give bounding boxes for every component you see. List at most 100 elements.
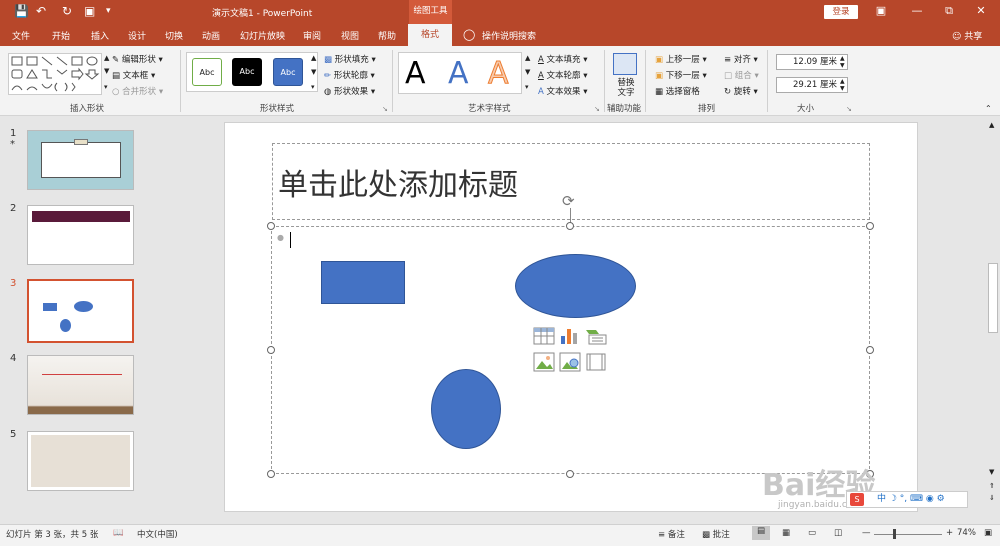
insert-table-icon[interactable]	[533, 327, 555, 345]
tab-animations[interactable]: 动画	[202, 29, 220, 42]
insert-smartart-icon[interactable]	[586, 330, 607, 345]
bring-forward-button[interactable]: ▣ 上移一层 ▾	[655, 53, 707, 65]
customize-qat-icon[interactable]: ▾	[106, 6, 111, 16]
language-indicator[interactable]: 中文(中国)	[137, 528, 178, 540]
tab-view[interactable]: 视图	[341, 29, 359, 42]
notes-button[interactable]: ≡ 备注	[658, 528, 685, 540]
slide-thumbnail-4[interactable]	[27, 355, 134, 415]
insert-picture-icon[interactable]	[533, 352, 555, 372]
share-button[interactable]: ☺ 共享	[952, 29, 982, 42]
wordart-dialog-launcher-icon[interactable]: ↘	[594, 105, 600, 113]
shapes-scroll-down-icon[interactable]: ▼	[104, 67, 109, 75]
vertical-scrollbar[interactable]: ▲ ▼ ⇑ ⇓	[986, 117, 1000, 524]
resize-handle[interactable]	[566, 222, 574, 230]
title-placeholder-text[interactable]: 单击此处添加标题	[278, 160, 518, 204]
text-fill-button[interactable]: A 文本填充 ▾	[538, 53, 588, 65]
tab-home[interactable]: 开始	[52, 29, 70, 42]
spell-check-icon[interactable]: 📖	[113, 528, 124, 538]
slide-thumbnail-2[interactable]	[27, 205, 134, 265]
scroll-up-icon[interactable]: ▲	[989, 121, 994, 129]
wordart-style-blue[interactable]: A	[448, 56, 469, 91]
shape-style-black[interactable]: Abc	[232, 58, 262, 86]
edit-shape-button[interactable]: ✎ 编辑形状 ▾	[112, 53, 163, 65]
zoom-slider-thumb[interactable]	[893, 529, 896, 539]
tab-help[interactable]: 帮助	[378, 29, 396, 42]
scroll-down-icon[interactable]: ▼	[989, 468, 994, 476]
close-icon[interactable]: ✕	[966, 3, 996, 21]
comments-button[interactable]: ▩ 批注	[702, 528, 730, 540]
slideshow-view-icon[interactable]: ◫	[834, 528, 842, 538]
shape-fill-button[interactable]: ▩ 形状填充 ▾	[324, 53, 376, 65]
tab-slideshow[interactable]: 幻灯片放映	[240, 29, 285, 42]
align-button[interactable]: ≡ 对齐 ▾	[724, 53, 758, 65]
tab-transitions[interactable]: 切换	[165, 29, 183, 42]
height-spinner-icon[interactable]: ▲ ▼	[840, 55, 845, 69]
tab-insert[interactable]: 插入	[91, 29, 109, 42]
text-effects-button[interactable]: A 文本效果 ▾	[538, 85, 588, 97]
insert-video-icon[interactable]	[586, 353, 606, 371]
minimize-icon[interactable]: —	[902, 3, 932, 21]
insert-online-picture-icon[interactable]	[559, 352, 581, 372]
start-from-beginning-icon[interactable]: ▣	[84, 4, 95, 18]
shape-outline-button[interactable]: ✏ 形状轮廓 ▾	[324, 69, 375, 81]
shape-height-field[interactable]: 12.09 厘米	[776, 54, 848, 70]
resize-handle[interactable]	[866, 222, 874, 230]
alt-text-icon[interactable]	[613, 53, 637, 75]
next-slide-icon[interactable]: ⇓	[989, 494, 995, 502]
normal-view-icon[interactable]: ▤	[752, 526, 770, 540]
wordart-more-icon[interactable]: ▾	[525, 83, 529, 91]
rectangle-shape[interactable]	[321, 261, 405, 304]
shape-width-field[interactable]: 29.21 厘米	[776, 77, 848, 93]
zoom-out-icon[interactable]: —	[862, 528, 871, 538]
insert-chart-icon[interactable]	[561, 329, 577, 344]
rotate-handle-icon[interactable]: ⟳	[562, 192, 575, 210]
wordart-scroll-up-icon[interactable]: ▲	[525, 54, 530, 62]
size-dialog-launcher-icon[interactable]: ↘	[846, 105, 852, 113]
wordart-style-orange[interactable]: A	[488, 56, 510, 92]
tab-review[interactable]: 审阅	[303, 29, 321, 42]
shapes-more-icon[interactable]: ▾	[104, 83, 108, 91]
login-button[interactable]: 登录	[824, 5, 858, 19]
zoom-in-icon[interactable]: +	[946, 528, 953, 538]
ribbon-display-options-icon[interactable]: ▣	[866, 3, 896, 21]
resize-handle[interactable]	[566, 470, 574, 478]
text-outline-button[interactable]: A 文本轮廓 ▾	[538, 69, 588, 81]
ime-toolbar[interactable]: S 中 ☽ °, ⌨ ◉ ⚙	[846, 491, 968, 508]
reading-view-icon[interactable]: ▭	[808, 528, 816, 538]
zoom-level[interactable]: 74%	[957, 528, 976, 538]
slide-thumbnail-1[interactable]	[27, 130, 134, 190]
resize-handle[interactable]	[866, 346, 874, 354]
scrollbar-thumb[interactable]	[988, 263, 998, 333]
tell-me-search[interactable]: 操作说明搜索	[482, 29, 536, 42]
send-backward-button[interactable]: ▣ 下移一层 ▾	[655, 69, 707, 81]
shape-style-outline[interactable]: Abc	[192, 58, 222, 86]
tab-format[interactable]: 格式	[408, 24, 452, 46]
wordart-style-black[interactable]: A	[405, 56, 426, 91]
shape-styles-scroll-down-icon[interactable]: ▼	[311, 68, 316, 76]
shape-styles-scroll-up-icon[interactable]: ▲	[311, 54, 316, 62]
redo-icon[interactable]: ↻	[62, 4, 72, 18]
group-button[interactable]: □ 组合 ▾	[724, 69, 759, 81]
wordart-scroll-down-icon[interactable]: ▼	[525, 68, 530, 76]
text-box-button[interactable]: ▤ 文本框 ▾	[112, 69, 155, 81]
resize-handle[interactable]	[267, 470, 275, 478]
shape-styles-more-icon[interactable]: ▾	[311, 83, 315, 91]
shapes-gallery[interactable]	[8, 53, 102, 95]
shape-effects-button[interactable]: ◍ 形状效果 ▾	[324, 85, 375, 97]
slide-sorter-view-icon[interactable]: ▦	[782, 528, 790, 538]
tab-design[interactable]: 设计	[128, 29, 146, 42]
width-spinner-icon[interactable]: ▲ ▼	[840, 78, 845, 92]
shapes-scroll-up-icon[interactable]: ▲	[104, 54, 109, 62]
slide-thumbnail-3[interactable]	[27, 279, 134, 343]
previous-slide-icon[interactable]: ⇑	[989, 482, 995, 490]
tab-file[interactable]: 文件	[12, 29, 30, 42]
slide-thumbnail-5[interactable]	[27, 431, 134, 491]
zoom-slider-track[interactable]	[874, 534, 942, 535]
fit-to-window-icon[interactable]: ▣	[984, 528, 992, 538]
alt-text-label[interactable]: 替换文字	[614, 78, 638, 98]
undo-icon[interactable]: ↶	[36, 4, 46, 18]
ellipse-shape[interactable]	[515, 254, 636, 318]
selection-pane-button[interactable]: ▦ 选择窗格	[655, 85, 700, 97]
save-icon[interactable]: 💾	[14, 4, 29, 18]
restore-icon[interactable]: ⧉	[934, 3, 964, 21]
